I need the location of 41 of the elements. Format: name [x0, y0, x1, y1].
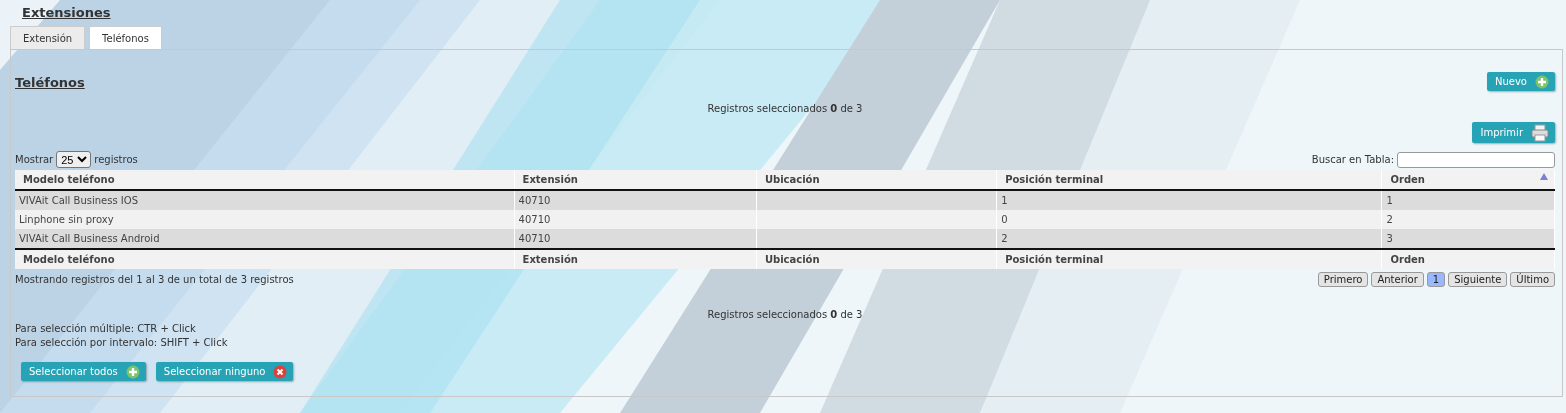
close-icon: [273, 364, 288, 379]
column-footer: Posición terminal: [996, 249, 1382, 269]
column-header[interactable]: Posición terminal: [996, 170, 1382, 190]
plus-icon: [1535, 74, 1549, 89]
column-header[interactable]: Orden: [1382, 170, 1555, 190]
column-footer: Extensión: [514, 249, 757, 269]
column-header[interactable]: Ubicación: [756, 170, 997, 190]
table-cell: 2: [996, 229, 1382, 249]
table-info: Mostrando registros del 1 al 3 de un total de 3 registros: [15, 274, 294, 285]
column-header[interactable]: Extensión: [514, 170, 757, 190]
page-title: Extensiones: [22, 5, 111, 20]
printer-icon: [1531, 123, 1549, 142]
hint-text: Para selección por intervalo: SHIFT + Click: [15, 336, 229, 350]
table-cell: 2: [1382, 210, 1555, 229]
table-cell: 3: [1382, 229, 1555, 249]
column-footer: Modelo teléfono: [15, 249, 515, 269]
table-cell: 40710: [514, 210, 757, 229]
column-footer: Ubicación: [756, 249, 997, 269]
page-button[interactable]: Anterior: [1371, 272, 1424, 287]
tab[interactable]: Extensión: [10, 26, 86, 49]
page-button[interactable]: Primero: [1317, 272, 1369, 287]
selection-summary: Registros seleccionados 0 de 3: [706, 103, 864, 114]
page-button[interactable]: Siguiente: [1448, 272, 1508, 287]
selection-summary: Registros seleccionados 0 de 3: [706, 309, 864, 320]
show-label: Mostrar: [15, 154, 54, 165]
records-label: registros: [94, 154, 138, 165]
section-title: Teléfonos: [15, 75, 85, 90]
table-cell: 40710: [514, 229, 757, 249]
table-cell: VIVAit Call Business Android: [15, 229, 515, 249]
tab[interactable]: Teléfonos: [89, 26, 162, 49]
table-cell: VIVAit Call Business IOS: [15, 190, 515, 210]
page-button[interactable]: Último: [1510, 272, 1555, 287]
hint-text: Para selección múltiple: CTR + Click: [15, 322, 197, 336]
table-cell: 0: [996, 210, 1382, 229]
column-header[interactable]: Modelo teléfono: [15, 170, 515, 190]
page-size-select[interactable]: 25: [56, 151, 92, 168]
plus-icon: [125, 364, 140, 379]
column-footer: Orden: [1382, 249, 1555, 269]
search-label: Buscar en Tabla:: [1311, 154, 1394, 165]
table-cell: Linphone sin proxy: [15, 210, 515, 229]
table-cell: 1: [996, 190, 1382, 210]
